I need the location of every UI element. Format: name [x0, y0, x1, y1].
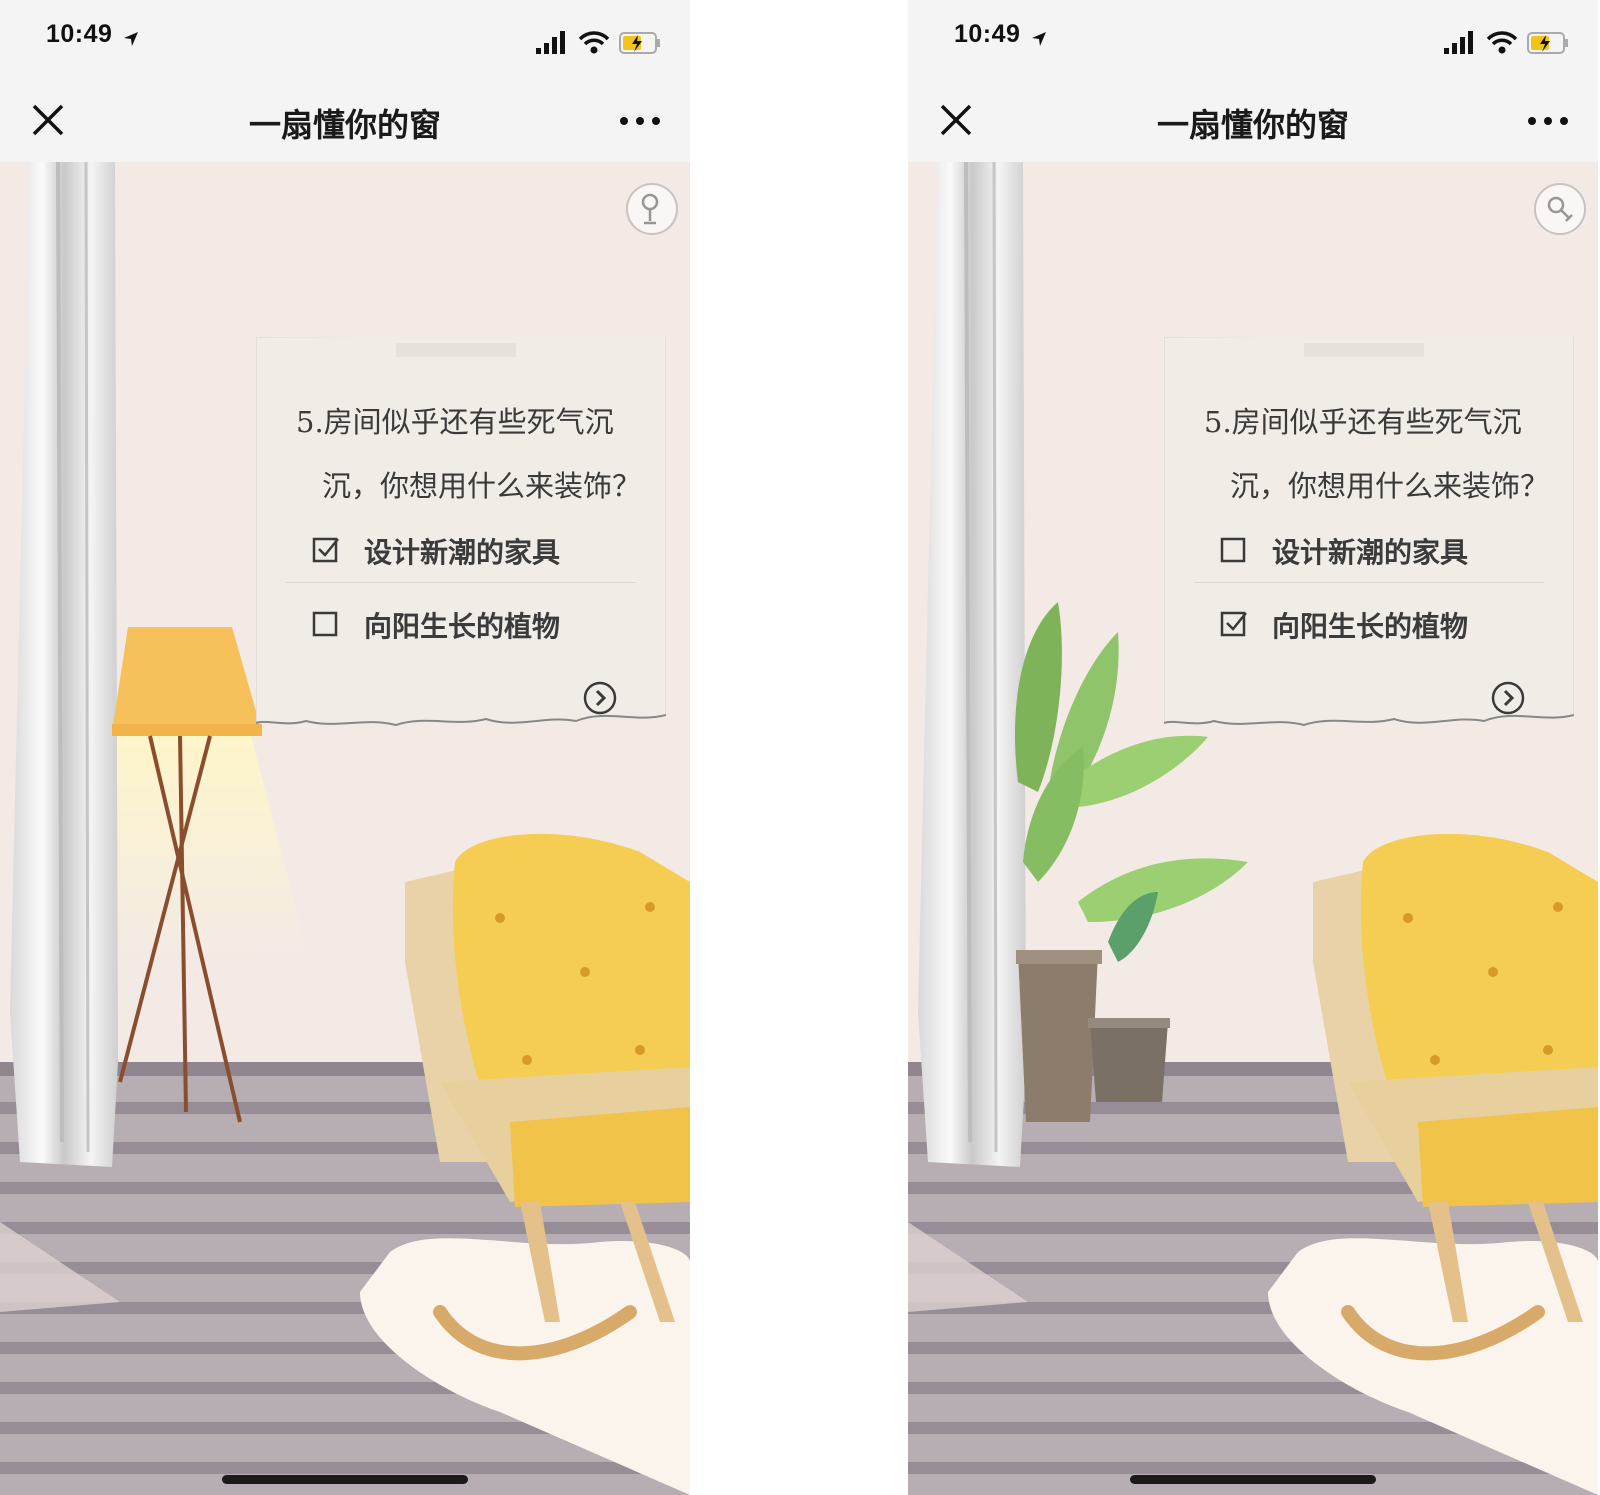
checkbox-empty-icon[interactable] [1220, 535, 1248, 563]
home-indicator[interactable] [222, 1475, 468, 1484]
question-line-1: 5.房间似乎还有些死气沉 [1204, 405, 1522, 439]
checkbox-checked-icon[interactable] [1220, 609, 1248, 637]
location-arrow-icon [124, 32, 138, 46]
status-icons [536, 31, 660, 54]
profile-icon [641, 193, 659, 225]
option-plants[interactable]: 向阳生长的植物 [312, 603, 652, 643]
checkbox-checked-icon[interactable] [312, 535, 340, 563]
profile-button[interactable] [1534, 183, 1586, 235]
question-card: 5.房间似乎还有些死气沉 沉，你想用什么来装饰？ 设计新潮的家具 向阳生长的植物 [1164, 337, 1574, 737]
nav-bar: 一扇懂你的窗 [0, 82, 690, 162]
location-arrow-icon [1032, 32, 1046, 46]
option-label: 向阳生长的植物 [364, 610, 561, 643]
wifi-icon [578, 31, 610, 54]
checkbox-empty-icon[interactable] [312, 609, 340, 637]
option-label: 设计新潮的家具 [1272, 536, 1469, 569]
status-time: 10:49 [954, 20, 1021, 48]
question-card: 5.房间似乎还有些死气沉 沉，你想用什么来装饰？ 设计新潮的家具 向阳生长的植物 [256, 337, 666, 737]
profile-button[interactable] [626, 183, 678, 235]
option-furniture[interactable]: 设计新潮的家具 [1220, 529, 1560, 569]
option-label: 设计新潮的家具 [364, 536, 561, 569]
phone-screen-left: 10:49 一扇懂你的窗 5.房间似乎还有些死气沉 沉，你想用什么来装饰？ 设计… [0, 0, 690, 1495]
divider [286, 582, 636, 583]
signal-icon [1444, 31, 1473, 54]
battery-charging-icon [1527, 32, 1568, 54]
wifi-icon [1486, 31, 1518, 54]
status-time: 10:49 [46, 20, 113, 48]
more-icon[interactable] [1526, 106, 1570, 136]
battery-charging-icon [619, 32, 660, 54]
option-furniture[interactable]: 设计新潮的家具 [312, 529, 652, 569]
page-title: 一扇懂你的窗 [248, 106, 441, 144]
status-bar: 10:49 [0, 0, 690, 82]
phone-screen-right: 10:49 一扇懂你的窗 5.房间似乎还有些死气沉 沉，你想用什么来装饰？ 设计… [908, 0, 1598, 1495]
profile-icon [1547, 196, 1573, 222]
question-line-1: 5.房间似乎还有些死气沉 [296, 405, 614, 439]
home-indicator[interactable] [1130, 1475, 1376, 1484]
chevron-right-circle-icon[interactable] [582, 680, 618, 716]
option-plants[interactable]: 向阳生长的植物 [1220, 603, 1560, 643]
chevron-right-circle-icon[interactable] [1490, 680, 1526, 716]
nav-bar: 一扇懂你的窗 [908, 82, 1598, 162]
signal-icon [536, 31, 565, 54]
page-title: 一扇懂你的窗 [1156, 106, 1349, 144]
divider [1194, 582, 1544, 583]
status-bar: 10:49 [908, 0, 1598, 82]
more-icon[interactable] [618, 106, 662, 136]
question-line-2: 沉，你想用什么来装饰？ [1230, 469, 1550, 503]
status-icons [1444, 31, 1568, 54]
question-line-2: 沉，你想用什么来装饰？ [322, 469, 642, 503]
option-label: 向阳生长的植物 [1272, 610, 1469, 643]
